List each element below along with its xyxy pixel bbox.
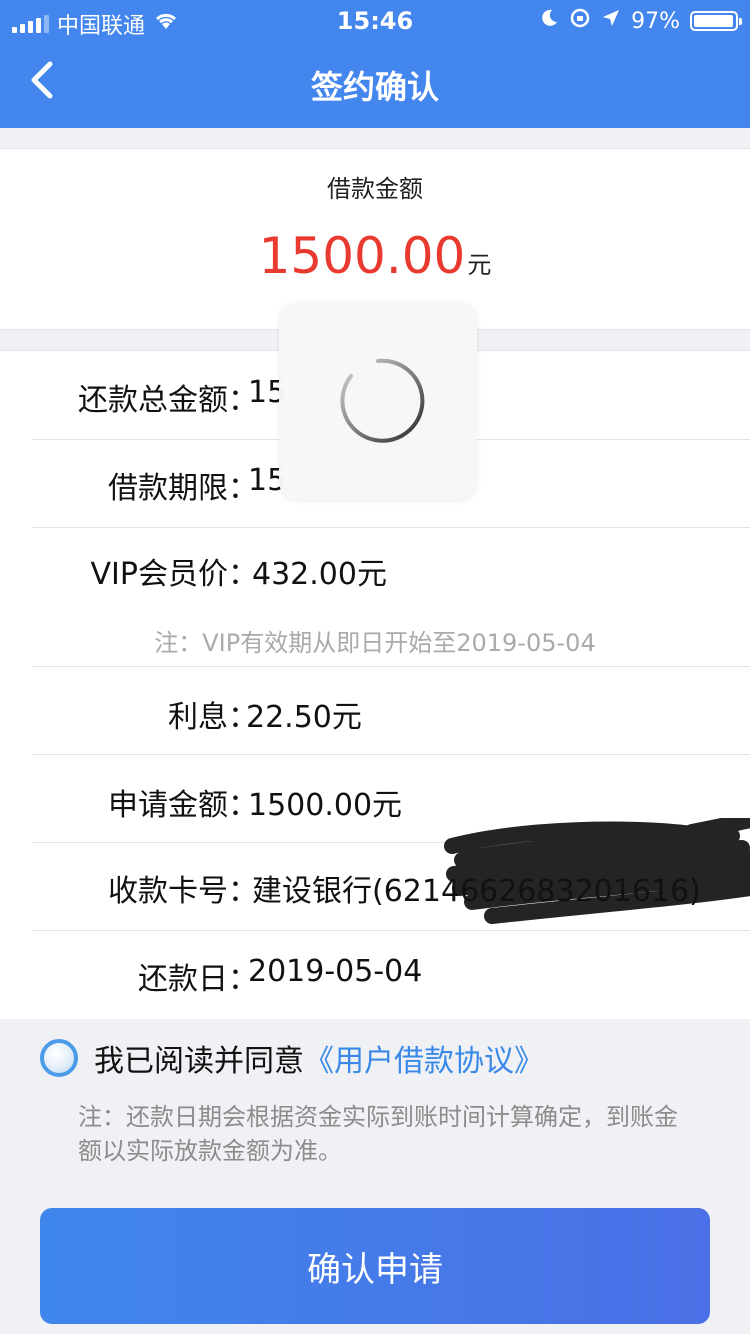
agreement-checkbox[interactable]: 我已阅读并同意 《用户借款协议》 bbox=[40, 1036, 544, 1080]
battery-percent: 97% bbox=[631, 8, 680, 34]
row-repayment-date: 还款日： 2019-05-04 bbox=[32, 930, 750, 1018]
page-title: 签约确认 bbox=[310, 68, 439, 106]
loan-amount-value: 1500.00 bbox=[258, 227, 466, 285]
row-label: VIP会员价： bbox=[90, 557, 258, 592]
battery-icon bbox=[690, 11, 742, 31]
rotation-lock-icon bbox=[569, 7, 591, 35]
radio-unchecked-icon[interactable] bbox=[40, 1039, 78, 1077]
loan-agreement-link[interactable]: 《用户借款协议》 bbox=[304, 1036, 544, 1080]
row-value: 22.50元 bbox=[246, 700, 362, 735]
row-label: 还款总金额： bbox=[78, 383, 258, 418]
agreement-text: 我已阅读并同意 bbox=[94, 1044, 304, 1079]
vip-validity-note: 注：VIP有效期从即日开始至2019-05-04 bbox=[154, 629, 596, 657]
loan-amount-unit: 元 bbox=[467, 251, 492, 279]
loan-amount-label: 借款金额 bbox=[327, 175, 423, 203]
loading-spinner-icon bbox=[340, 358, 425, 443]
row-label: 申请金额： bbox=[108, 788, 258, 823]
header-bar: 中国联通 15:46 97% 签约确认 bbox=[0, 0, 750, 128]
row-label: 利息： bbox=[168, 700, 258, 735]
row-interest: 利息： 22.50元 bbox=[32, 666, 750, 755]
row-value: 1500.00元 bbox=[248, 788, 403, 823]
repayment-note: 注：还款日期会根据资金实际到账时间计算确定，到账金额以实际放款金额为准。 bbox=[78, 1103, 678, 1165]
row-value: 432.00元 bbox=[252, 557, 387, 592]
row-label: 还款日： bbox=[138, 962, 258, 997]
row-label: 借款期限： bbox=[108, 471, 258, 506]
redaction-scribble bbox=[444, 818, 750, 924]
row-label: 收款卡号： bbox=[108, 874, 258, 909]
moon-icon bbox=[539, 8, 559, 34]
location-icon bbox=[601, 8, 621, 34]
row-value: 2019-05-04 bbox=[248, 954, 423, 989]
loading-overlay bbox=[279, 302, 477, 500]
confirm-apply-button[interactable]: 确认申请 bbox=[40, 1208, 710, 1324]
status-bar: 中国联通 15:46 97% bbox=[0, 0, 750, 40]
